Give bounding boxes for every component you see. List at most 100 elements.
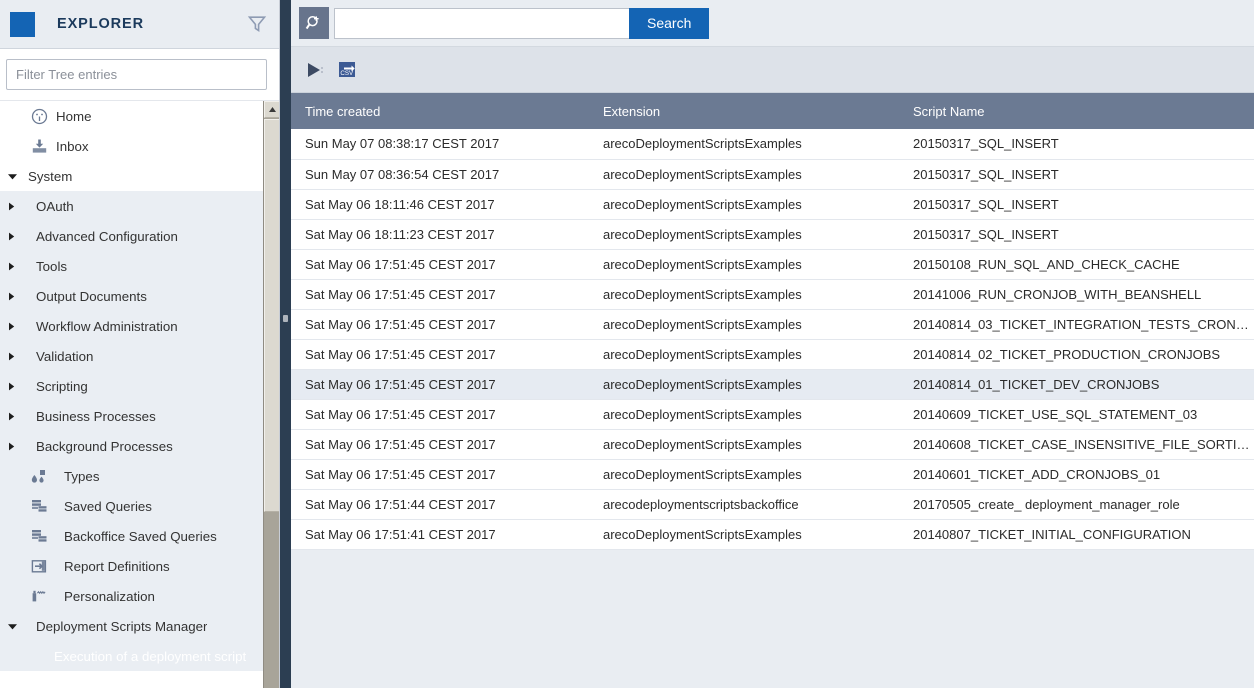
sidebar-item-execution-of-a-deployment-script[interactable]: Execution of a deployment script: [0, 641, 279, 671]
cell-time-created: Sat May 06 17:51:45 CEST 2017: [291, 429, 589, 460]
cell-script-name: 20140814_03_TICKET_INTEGRATION_TESTS_CRO…: [899, 309, 1254, 340]
column-header-script-name[interactable]: Script Name: [899, 93, 1254, 129]
chevron-right-icon[interactable]: [8, 292, 26, 301]
cell-time-created: Sat May 06 17:51:45 CEST 2017: [291, 309, 589, 340]
column-header-time-created[interactable]: Time created: [291, 93, 589, 129]
table-row[interactable]: Sat May 06 17:51:45 CEST 2017 arecoDeploy…: [291, 369, 1254, 400]
chevron-right-icon[interactable]: [8, 232, 26, 241]
chevron-right-icon[interactable]: [8, 202, 26, 211]
scrollbar-thumb[interactable]: [264, 119, 279, 512]
csv-export-icon[interactable]: CSV: [332, 56, 362, 84]
sidebar-item-label: Report Definitions: [64, 558, 170, 574]
page-title: EXPLORER: [57, 16, 144, 32]
cell-time-created: Sat May 06 18:11:23 CEST 2017: [291, 219, 589, 250]
sidebar-item-label: Backoffice Saved Queries: [64, 528, 217, 544]
chevron-down-icon[interactable]: [8, 623, 26, 630]
sidebar-item-label: Personalization: [64, 588, 155, 604]
table-row[interactable]: Sat May 06 18:11:46 CEST 2017 arecoDeploy…: [291, 189, 1254, 220]
sidebar-item-background-processes[interactable]: Background Processes: [0, 431, 279, 461]
cell-extension: arecoDeploymentScriptsExamples: [589, 189, 899, 220]
chevron-right-icon[interactable]: [8, 352, 26, 361]
table-row[interactable]: Sat May 06 17:51:45 CEST 2017 arecoDeploy…: [291, 339, 1254, 370]
cell-extension: arecoDeploymentScriptsExamples: [589, 369, 899, 400]
chevron-right-icon[interactable]: [8, 322, 26, 331]
table-row[interactable]: Sat May 06 17:51:45 CEST 2017 arecoDeploy…: [291, 459, 1254, 490]
results-table-container: Time created Extension Script Name Sun M…: [291, 93, 1254, 688]
sidebar-item-scripting[interactable]: Scripting: [0, 371, 279, 401]
table-row[interactable]: Sun May 07 08:36:54 CEST 2017 arecoDeploy…: [291, 159, 1254, 190]
tree-scroll-area: Home Inbox System OAuth Advanced Configurati…: [0, 101, 279, 688]
search-plus-icon[interactable]: [299, 7, 329, 39]
cell-extension: arecoDeploymentScriptsExamples: [589, 309, 899, 340]
cell-extension: arecoDeploymentScriptsExamples: [589, 399, 899, 430]
chevron-right-icon[interactable]: [8, 412, 26, 421]
cell-script-name: 20150317_SQL_INSERT: [899, 219, 1254, 250]
saved-queries-icon: [28, 527, 50, 545]
table-row[interactable]: Sat May 06 17:51:45 CEST 2017 arecoDeploy…: [291, 399, 1254, 430]
sidebar-item-report-definitions[interactable]: Report Definitions: [0, 551, 279, 581]
sidebar-item-backoffice-saved-queries[interactable]: Backoffice Saved Queries: [0, 521, 279, 551]
cell-script-name: 20140814_01_TICKET_DEV_CRONJOBS: [899, 369, 1254, 400]
panel-splitter[interactable]: [280, 0, 291, 688]
search-input[interactable]: [334, 7, 629, 39]
cell-extension: arecoDeploymentScriptsExamples: [589, 129, 899, 160]
filter-tree-box: [0, 49, 279, 101]
table-row[interactable]: Sat May 06 18:11:23 CEST 2017 arecoDeploy…: [291, 219, 1254, 250]
splitter-grip-icon[interactable]: [283, 315, 288, 322]
sidebar-item-validation[interactable]: Validation: [0, 341, 279, 371]
table-row[interactable]: Sun May 07 08:38:17 CEST 2017 arecoDeploy…: [291, 129, 1254, 160]
sidebar-item-label: Home: [56, 108, 92, 124]
sidebar-item-oauth[interactable]: OAuth: [0, 191, 279, 221]
chevron-right-icon[interactable]: [8, 262, 26, 271]
cell-script-name: 20141006_RUN_CRONJOB_WITH_BEANSHELL: [899, 279, 1254, 310]
cell-script-name: 20150108_RUN_SQL_AND_CHECK_CACHE: [899, 249, 1254, 280]
funnel-filter-icon[interactable]: [247, 14, 267, 34]
sidebar-item-deployment-scripts-manager[interactable]: Deployment Scripts Manager: [0, 611, 279, 641]
table-row[interactable]: Sat May 06 17:51:45 CEST 2017 arecoDeploy…: [291, 249, 1254, 280]
report-definitions-icon: [28, 557, 50, 575]
play-triangle-icon[interactable]: [300, 56, 330, 84]
sidebar-item-label: Advanced Configuration: [36, 228, 178, 244]
table-row[interactable]: Sat May 06 17:51:45 CEST 2017 arecoDeploy…: [291, 429, 1254, 460]
tree-vertical-scrollbar[interactable]: [263, 101, 279, 688]
home-clock-icon: [28, 107, 50, 125]
sidebar-item-personalization[interactable]: Personalization: [0, 581, 279, 611]
sidebar-item-label: Output Documents: [36, 288, 147, 304]
content-panel: Search CSV Time created Extension Script…: [291, 0, 1254, 688]
column-header-extension[interactable]: Extension: [589, 93, 899, 129]
search-button[interactable]: Search: [629, 7, 710, 39]
sidebar-item-business-processes[interactable]: Business Processes: [0, 401, 279, 431]
sidebar-item-label: Workflow Administration: [36, 318, 178, 334]
table-row[interactable]: Sat May 06 17:51:45 CEST 2017 arecoDeploy…: [291, 309, 1254, 340]
table-row[interactable]: Sat May 06 17:51:45 CEST 2017 arecoDeploy…: [291, 279, 1254, 310]
table-row[interactable]: Sat May 06 17:51:41 CEST 2017 arecoDeploy…: [291, 519, 1254, 550]
table-row[interactable]: Sat May 06 17:51:44 CEST 2017 arecodeploy…: [291, 489, 1254, 520]
explorer-header: EXPLORER: [0, 0, 279, 49]
sidebar-item-output-documents[interactable]: Output Documents: [0, 281, 279, 311]
sidebar-item-label: Execution of a deployment script: [54, 648, 247, 664]
chevron-down-icon[interactable]: [8, 173, 26, 180]
sidebar-item-inbox[interactable]: Inbox: [0, 131, 279, 161]
scroll-up-button[interactable]: [264, 101, 279, 118]
sidebar-item-types[interactable]: Types: [0, 461, 279, 491]
sidebar-item-label: OAuth: [36, 198, 74, 214]
sidebar-item-tools[interactable]: Tools: [0, 251, 279, 281]
cell-time-created: Sat May 06 18:11:46 CEST 2017: [291, 189, 589, 220]
cell-extension: arecoDeploymentScriptsExamples: [589, 159, 899, 190]
filter-tree-input[interactable]: [6, 59, 267, 90]
sidebar-item-label: Background Processes: [36, 438, 173, 454]
svg-text:CSV: CSV: [340, 70, 354, 77]
cell-extension: arecoDeploymentScriptsExamples: [589, 219, 899, 250]
cell-time-created: Sat May 06 17:51:45 CEST 2017: [291, 279, 589, 310]
sidebar-item-advanced-configuration[interactable]: Advanced Configuration: [0, 221, 279, 251]
chevron-right-icon[interactable]: [8, 442, 26, 451]
sidebar-item-label: Scripting: [36, 378, 88, 394]
sidebar-item-saved-queries[interactable]: Saved Queries: [0, 491, 279, 521]
sidebar-item-workflow-administration[interactable]: Workflow Administration: [0, 311, 279, 341]
cell-extension: arecoDeploymentScriptsExamples: [589, 339, 899, 370]
chevron-right-icon[interactable]: [8, 382, 26, 391]
sidebar-item-home[interactable]: Home: [0, 101, 279, 131]
inbox-tray-icon: [28, 137, 50, 155]
sidebar-item-system[interactable]: System: [0, 161, 279, 191]
cell-time-created: Sat May 06 17:51:45 CEST 2017: [291, 339, 589, 370]
